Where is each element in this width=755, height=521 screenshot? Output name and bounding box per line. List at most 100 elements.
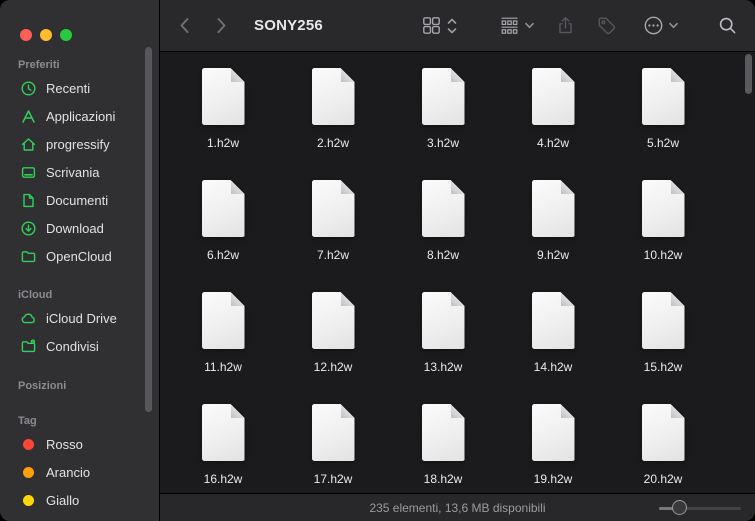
chevron-right-icon xyxy=(215,17,228,34)
page-fold xyxy=(670,292,685,306)
sidebar-item-scrivania[interactable]: Scrivania xyxy=(0,158,159,186)
sidebar-item-label: iCloud Drive xyxy=(46,310,117,326)
file-item[interactable]: 20.h2w xyxy=(608,404,718,493)
sidebar-item-opencloud[interactable]: OpenCloud xyxy=(0,242,159,270)
sidebar-item-label: Recenti xyxy=(46,80,91,96)
file-item[interactable]: 1.h2w xyxy=(168,68,278,180)
forward-button[interactable] xyxy=(215,17,228,34)
back-button[interactable] xyxy=(178,17,191,34)
file-item[interactable]: 7.h2w xyxy=(278,180,388,292)
file-name: 5.h2w xyxy=(646,136,680,150)
page-fold xyxy=(450,68,465,82)
sidebar-sections: Preferiti Recenti Applicazioni progressify S… xyxy=(0,56,159,521)
blank-document-icon xyxy=(531,68,575,125)
file-item[interactable]: 2.h2w xyxy=(278,68,388,180)
tag-color-dot xyxy=(23,466,34,478)
sidebar-item-condivisi[interactable]: Condivisi xyxy=(0,332,159,360)
share-button xyxy=(555,15,576,36)
icon-size-slider[interactable] xyxy=(659,499,741,516)
blank-document-icon xyxy=(311,404,355,461)
file-item[interactable]: 18.h2w xyxy=(388,404,498,493)
zoom-button[interactable] xyxy=(60,28,72,41)
file-name: 16.h2w xyxy=(203,472,243,486)
main-pane: SONY256 1.h2w 2.h2w 3.h2w 4.h2w 5.h2w 6.… xyxy=(160,0,755,521)
blank-document-icon xyxy=(531,404,575,461)
sidebar-section-tag: Tag xyxy=(18,415,37,427)
finder-window: Preferiti Recenti Applicazioni progressify S… xyxy=(0,0,755,521)
page-fold xyxy=(560,68,575,82)
file-name: 20.h2w xyxy=(643,472,683,486)
file-item[interactable]: 3.h2w xyxy=(388,68,498,180)
sidebar-item-documenti[interactable]: Documenti xyxy=(0,186,159,214)
page-fold xyxy=(340,68,355,82)
file-item[interactable]: 5.h2w xyxy=(608,68,718,180)
sidebar-item-label: progressify xyxy=(46,136,110,152)
minimize-button[interactable] xyxy=(40,28,52,41)
file-item[interactable]: 8.h2w xyxy=(388,180,498,292)
sidebar-item-icloud-drive[interactable]: iCloud Drive xyxy=(0,304,159,332)
sidebar-item-verde[interactable]: Verde xyxy=(0,514,159,521)
file-name: 2.h2w xyxy=(316,136,350,150)
search-button[interactable] xyxy=(718,16,737,35)
grid-view-icon xyxy=(421,15,442,36)
file-item[interactable]: 13.h2w xyxy=(388,292,498,404)
sidebar-item-progressify[interactable]: progressify xyxy=(0,130,159,158)
clock-icon xyxy=(20,80,37,97)
tag-button xyxy=(596,15,617,36)
blank-document-icon xyxy=(641,292,685,349)
file-name: 9.h2w xyxy=(536,248,570,262)
file-item[interactable]: 9.h2w xyxy=(498,180,608,292)
folder-icon xyxy=(20,248,37,265)
file-item[interactable]: 16.h2w xyxy=(168,404,278,493)
download-icon xyxy=(20,220,37,237)
content-scrollbar[interactable] xyxy=(745,54,752,94)
blank-document-icon xyxy=(641,68,685,125)
more-options-button[interactable] xyxy=(643,15,664,36)
file-name: 3.h2w xyxy=(426,136,460,150)
file-name: 10.h2w xyxy=(643,248,683,262)
view-mode-button[interactable] xyxy=(421,15,442,36)
blank-document-icon xyxy=(421,68,465,125)
blank-document-icon xyxy=(201,292,245,349)
page-fold xyxy=(230,404,245,418)
sidebar-item-giallo[interactable]: Giallo xyxy=(0,486,159,514)
group-by-button[interactable] xyxy=(499,15,520,36)
slider-thumb[interactable] xyxy=(672,499,687,515)
blank-document-icon xyxy=(531,292,575,349)
applications-icon xyxy=(20,108,37,125)
document-icon xyxy=(20,192,37,209)
tag-color-dot xyxy=(23,494,34,506)
file-item[interactable]: 19.h2w xyxy=(498,404,608,493)
blank-document-icon xyxy=(641,404,685,461)
chevron-down-icon xyxy=(668,20,679,31)
sidebar-item-download[interactable]: Download xyxy=(0,214,159,242)
view-stepper-icon[interactable] xyxy=(447,17,457,35)
file-item[interactable]: 6.h2w xyxy=(168,180,278,292)
page-fold xyxy=(560,180,575,194)
sidebar-item-rosso[interactable]: Rosso xyxy=(0,430,159,458)
share-icon xyxy=(555,15,576,36)
file-item[interactable]: 11.h2w xyxy=(168,292,278,404)
sidebar-item-recenti[interactable]: Recenti xyxy=(0,74,159,102)
file-item[interactable]: 14.h2w xyxy=(498,292,608,404)
blank-document-icon xyxy=(421,404,465,461)
cloud-icon xyxy=(20,310,37,327)
file-grid-area: 1.h2w 2.h2w 3.h2w 4.h2w 5.h2w 6.h2w 7.h2… xyxy=(160,52,755,493)
sidebar-item-applicazioni[interactable]: Applicazioni xyxy=(0,102,159,130)
file-item[interactable]: 12.h2w xyxy=(278,292,388,404)
file-item[interactable]: 10.h2w xyxy=(608,180,718,292)
desktop-icon xyxy=(20,164,37,181)
sidebar-item-label: Condivisi xyxy=(46,338,99,354)
file-name: 13.h2w xyxy=(423,360,463,374)
window-controls xyxy=(0,0,159,50)
sidebar: Preferiti Recenti Applicazioni progressify S… xyxy=(0,0,160,521)
file-item[interactable]: 15.h2w xyxy=(608,292,718,404)
toolbar: SONY256 xyxy=(160,0,755,52)
file-item[interactable]: 17.h2w xyxy=(278,404,388,493)
sidebar-scrollbar[interactable] xyxy=(145,47,152,412)
sidebar-item-label: OpenCloud xyxy=(46,248,112,264)
file-item[interactable]: 4.h2w xyxy=(498,68,608,180)
file-name: 4.h2w xyxy=(536,136,570,150)
close-button[interactable] xyxy=(20,28,32,41)
sidebar-item-arancio[interactable]: Arancio xyxy=(0,458,159,486)
